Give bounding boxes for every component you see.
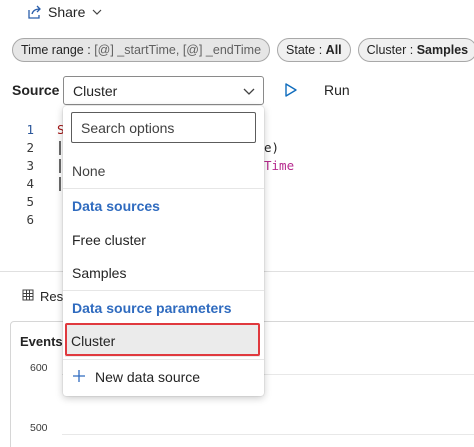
run-label[interactable]: Run (324, 82, 350, 98)
line-number: 2 (26, 140, 34, 155)
y-tick-label: 600 (30, 362, 48, 374)
search-options-input[interactable]: Search options (71, 112, 256, 143)
y-tick-label: 500 (30, 422, 48, 434)
new-data-source-button[interactable]: New data source (63, 361, 264, 393)
line-number: 3 (26, 158, 34, 173)
source-dropdown-menu: Search options None Data sources Free cl… (63, 106, 264, 396)
line-number: 6 (26, 212, 34, 227)
search-placeholder: Search options (81, 119, 175, 136)
parameter-value: [@] _startTime, [@] _endTime (94, 43, 262, 57)
code-indent-guide (59, 177, 61, 191)
time-range-parameter[interactable]: Time range : [@] _startTime, [@] _endTim… (12, 38, 271, 62)
cluster-parameter[interactable]: Cluster : Samples (357, 38, 474, 62)
option-samples[interactable]: Samples (63, 257, 264, 289)
source-label: Source (12, 82, 60, 98)
code-fragment: e) (264, 140, 280, 155)
chevron-down-icon (91, 6, 103, 18)
new-data-source-label: New data source (95, 369, 201, 385)
parameter-bar: Time range : [@] _startTime, [@] _endTim… (12, 38, 474, 62)
run-button[interactable] (284, 82, 298, 103)
group-header-data-source-parameters: Data source parameters (72, 300, 232, 316)
line-number: 4 (26, 176, 34, 191)
option-none[interactable]: None (63, 155, 264, 187)
play-icon (284, 83, 298, 102)
table-icon (22, 289, 34, 304)
option-cluster[interactable]: Cluster (65, 325, 260, 357)
code-fragment: Time (264, 158, 295, 173)
share-button[interactable]: Share (26, 2, 103, 22)
gridline (62, 434, 474, 435)
parameter-value: All (325, 43, 342, 57)
plus-icon (72, 369, 86, 386)
menu-divider (63, 359, 264, 360)
parameter-key: Cluster : (366, 43, 414, 57)
menu-divider (63, 290, 264, 291)
menu-divider (63, 188, 264, 189)
source-dropdown[interactable]: Cluster (63, 76, 264, 105)
line-number: 1 (26, 122, 34, 137)
share-label: Share (48, 4, 86, 20)
parameter-key: State : (286, 43, 323, 57)
source-selected-value: Cluster (73, 82, 118, 99)
share-icon (26, 4, 42, 20)
code-indent-guide (59, 159, 61, 173)
chevron-down-icon (242, 84, 256, 101)
parameter-value: Samples (416, 43, 469, 57)
option-free-cluster[interactable]: Free cluster (63, 224, 264, 256)
state-parameter[interactable]: State : All (277, 38, 351, 62)
line-number: 5 (26, 194, 34, 209)
parameter-key: Time range : (21, 43, 91, 57)
group-header-data-sources: Data sources (72, 198, 160, 214)
code-indent-guide (59, 141, 61, 155)
toolbar: Share (0, 0, 474, 28)
